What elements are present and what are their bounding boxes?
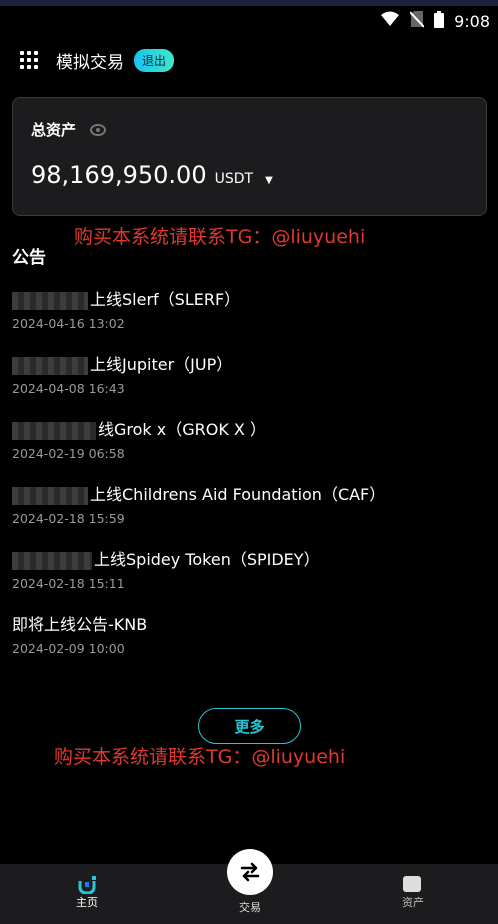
announcement-date: 2024-04-16 13:02 — [12, 316, 125, 331]
list-item[interactable]: 上线Childrens Aid Foundation（CAF） 2024-02-… — [12, 481, 488, 546]
announcement-date: 2024-02-18 15:11 — [12, 576, 125, 591]
exit-button[interactable]: 退出 — [134, 48, 175, 72]
announcement-date: 2024-02-18 15:59 — [12, 511, 125, 526]
list-item[interactable]: 上线Jupiter（JUP） 2024-04-08 16:43 — [12, 351, 488, 416]
tab-home-label: 主页 — [76, 896, 98, 909]
redaction-mask — [12, 421, 96, 440]
announcement-title-text: 线Grok x（GROK X ） — [98, 420, 266, 439]
total-assets-label-row: 总资产 — [31, 119, 107, 140]
redaction-mask — [12, 486, 88, 505]
wallet-icon — [403, 876, 421, 892]
balance-row[interactable]: 98,169,950.00 USDT ▼ — [31, 161, 273, 189]
announcement-date: 2024-02-19 06:58 — [12, 446, 125, 461]
announcement-title-text: 上线Slerf（SLERF） — [90, 290, 241, 309]
announcement-title: 即将上线公告-KNB — [12, 615, 148, 634]
redaction-mask — [12, 356, 88, 375]
announcement-title: 线Grok x（GROK X ） — [12, 416, 488, 440]
tab-trade-label: 交易 — [239, 901, 261, 914]
announcement-title-text: 上线Spidey Token（SPIDEY） — [94, 550, 320, 569]
list-item[interactable]: 上线Spidey Token（SPIDEY） 2024-02-18 15:11 — [12, 546, 488, 611]
menu-grid-icon[interactable] — [20, 51, 38, 69]
redaction-mask — [12, 551, 92, 570]
status-time: 9:08 — [454, 11, 490, 31]
wifi-icon — [380, 11, 400, 31]
list-item[interactable]: 线Grok x（GROK X ） 2024-02-19 06:58 — [12, 416, 488, 481]
announcements-title: 公告 — [12, 248, 46, 268]
announcement-title: 上线Slerf（SLERF） — [12, 286, 488, 310]
caret-down-icon[interactable]: ▼ — [265, 175, 273, 186]
redaction-mask — [12, 291, 88, 310]
total-assets-label: 总资产 — [31, 121, 77, 139]
top-strip — [0, 0, 498, 6]
page-title: 模拟交易 — [56, 52, 124, 73]
announcement-title: 上线Jupiter（JUP） — [12, 351, 488, 375]
announcement-title-text: 上线Childrens Aid Foundation（CAF） — [90, 485, 386, 504]
tab-home[interactable]: 主页 — [47, 872, 127, 910]
watermark-text-2: 购买本系统请联系TG：@liuyuehi — [54, 746, 346, 768]
total-assets-card: 总资产 98,169,950.00 USDT ▼ — [12, 97, 487, 216]
tab-trade[interactable] — [227, 849, 273, 895]
app-header: 模拟交易 退出 — [20, 46, 175, 74]
battery-icon — [434, 10, 445, 32]
status-bar: 9:08 — [380, 10, 490, 32]
more-button[interactable]: 更多 — [198, 708, 301, 744]
balance-unit: USDT — [214, 171, 254, 187]
announcement-date: 2024-02-09 10:00 — [12, 641, 125, 656]
announcement-list: 上线Slerf（SLERF） 2024-04-16 13:02 上线Jupite… — [12, 286, 488, 676]
swap-arrows-icon — [240, 862, 260, 882]
announcement-title-text: 上线Jupiter（JUP） — [90, 355, 233, 374]
watermark-text: 购买本系统请联系TG：@liuyuehi — [74, 226, 366, 248]
announcement-title: 上线Spidey Token（SPIDEY） — [12, 546, 488, 570]
announcement-title: 上线Childrens Aid Foundation（CAF） — [12, 481, 488, 505]
home-icon — [78, 876, 96, 894]
list-item[interactable]: 上线Slerf（SLERF） 2024-04-16 13:02 — [12, 286, 488, 351]
announcement-date: 2024-04-08 16:43 — [12, 381, 125, 396]
tab-assets[interactable]: 资产 — [373, 872, 453, 910]
no-sim-icon — [409, 10, 425, 32]
tab-assets-label: 资产 — [402, 896, 424, 909]
balance-value: 98,169,950.00 — [31, 161, 207, 189]
list-item[interactable]: 即将上线公告-KNB 2024-02-09 10:00 — [12, 611, 488, 676]
eye-icon[interactable] — [90, 123, 107, 136]
